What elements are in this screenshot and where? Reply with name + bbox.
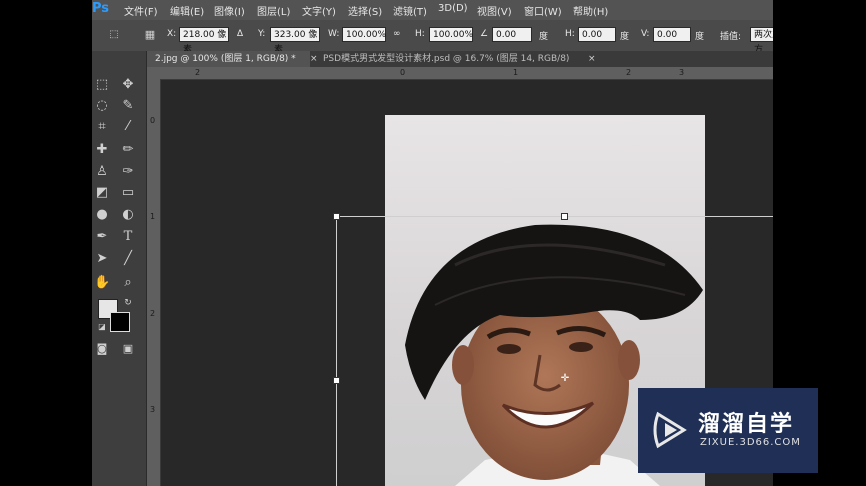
hand-tool-icon[interactable]: ✋ [94, 275, 110, 291]
type-tool-icon[interactable]: T [120, 229, 136, 245]
transform-handle-top[interactable] [561, 213, 568, 220]
height-field[interactable]: 100.00% [429, 27, 473, 42]
brush-tool-icon[interactable]: ✏ [120, 142, 136, 158]
menu-view[interactable]: 视图(V) [477, 3, 512, 18]
transform-frame-left [336, 216, 337, 486]
clone-stamp-tool-icon[interactable]: ♙ [94, 164, 110, 180]
ruler-label: 2 [150, 309, 156, 318]
hskew-label: H: [565, 29, 575, 39]
hskew-field[interactable]: 0.00 [578, 27, 616, 42]
background-color-swatch[interactable] [110, 312, 130, 332]
x-label: X: [167, 29, 177, 39]
link-icon[interactable]: ∞ [393, 29, 401, 39]
swap-colors-icon[interactable]: ↻ [120, 295, 136, 311]
tab-psd-file[interactable]: PSD模式男式发型设计素材.psd @ 16.7% (图层 14, RGB/8) [323, 51, 585, 67]
watermark-badge: 溜溜自学 ZIXUE.3D66.COM [638, 388, 818, 473]
width-field[interactable]: 100.00% [342, 27, 386, 42]
angle-unit: 度 [539, 32, 549, 42]
ruler-label: 0 [400, 68, 406, 77]
reference-point-icon[interactable]: ▦ [142, 27, 158, 43]
history-brush-tool-icon[interactable]: ✑ [120, 164, 136, 180]
transform-center-icon[interactable]: ✛ [560, 374, 570, 384]
menu-bar: Ps 文件(F) 编辑(E) 图像(I) 图层(L) 文字(Y) 选择(S) 滤… [92, 0, 773, 20]
hskew-unit: 度 [620, 32, 630, 42]
vertical-ruler: 0 1 2 3 [147, 79, 161, 486]
close-icon[interactable]: × [588, 51, 596, 67]
dodge-tool-icon[interactable]: ◐ [120, 207, 136, 223]
toolbox: ⬚ ✥ ◌ ✎ ⌗ ⁄ ✚ ✏ ♙ ✑ ◩ ▭ ● ◐ ✒ T ➤ ╱ ✋ ⌕ … [92, 51, 147, 486]
move-tool-icon[interactable]: ✥ [120, 77, 136, 93]
y-label: Y: [258, 29, 266, 39]
close-icon[interactable]: × [310, 51, 318, 67]
horizontal-ruler: 2 0 1 2 3 [160, 67, 773, 80]
gradient-tool-icon[interactable]: ▭ [120, 185, 136, 201]
blur-tool-icon[interactable]: ● [94, 207, 110, 223]
vskew-field[interactable]: 0.00 [653, 27, 691, 42]
ruler-label: 3 [679, 68, 685, 77]
quick-select-tool-icon[interactable]: ✎ [120, 98, 136, 114]
tab-label: PSD模式男式发型设计素材.psd @ 16.7% (图层 14, RGB/8) [323, 54, 570, 64]
ps-logo: Ps [92, 1, 110, 16]
menu-window[interactable]: 窗口(W) [524, 3, 562, 18]
transform-tool-icon[interactable]: ⬚ [106, 27, 122, 43]
h-label: H: [415, 29, 425, 39]
options-bar: ⬚ ▦ X: 218.00 像素 ∆ Y: 323.00 像素 W: 100.0… [92, 20, 773, 55]
document-tabs: 2.jpg @ 100% (图层 1, RGB/8) * × PSD模式男式发型… [147, 51, 773, 67]
ruler-label: 0 [150, 116, 156, 125]
crop-tool-icon[interactable]: ⌗ [94, 119, 110, 135]
menu-file[interactable]: 文件(F) [124, 3, 158, 18]
pen-tool-icon[interactable]: ✒ [94, 229, 110, 245]
menu-help[interactable]: 帮助(H) [573, 3, 608, 18]
zoom-tool-icon[interactable]: ⌕ [120, 275, 136, 291]
interpolation-label: 插值: [720, 32, 742, 42]
lasso-tool-icon[interactable]: ◌ [94, 98, 110, 114]
play-logo-icon [653, 411, 687, 449]
watermark-title: 溜溜自学 [698, 412, 795, 437]
tab-label: 2.jpg @ 100% (图层 1, RGB/8) * [155, 54, 296, 64]
menu-3d[interactable]: 3D(D) [438, 3, 468, 14]
menu-filter[interactable]: 滤镜(T) [393, 3, 427, 18]
menu-type[interactable]: 文字(Y) [302, 3, 336, 18]
healing-brush-tool-icon[interactable]: ✚ [94, 142, 110, 158]
transform-handle-top-left[interactable] [333, 213, 340, 220]
marquee-tool-icon[interactable]: ⬚ [94, 77, 110, 93]
ruler-label: 1 [150, 212, 156, 221]
quick-mask-icon[interactable]: ◙ [94, 341, 110, 357]
x-field[interactable]: 218.00 像素 [179, 27, 229, 55]
transform-frame-top [336, 216, 773, 217]
ruler-corner [147, 67, 160, 79]
ruler-label: 2 [195, 68, 201, 77]
eyedropper-tool-icon[interactable]: ⁄ [120, 119, 136, 135]
angle-field[interactable]: 0.00 [492, 27, 532, 42]
menu-select[interactable]: 选择(S) [348, 3, 382, 18]
angle-icon: ∠ [480, 29, 489, 39]
vskew-unit: 度 [695, 32, 705, 42]
ruler-label: 3 [150, 405, 156, 414]
w-label: W: [328, 29, 340, 39]
relative-position-icon[interactable]: ∆ [237, 29, 243, 39]
menu-edit[interactable]: 编辑(E) [170, 3, 204, 18]
line-tool-icon[interactable]: ╱ [120, 251, 136, 267]
watermark-url: ZIXUE.3D66.COM [700, 437, 801, 448]
default-colors-icon[interactable]: ◪ [94, 319, 110, 335]
path-select-tool-icon[interactable]: ➤ [94, 251, 110, 267]
menu-layer[interactable]: 图层(L) [257, 3, 290, 18]
tab-2jpg[interactable]: 2.jpg @ 100% (图层 1, RGB/8) * [147, 51, 310, 67]
eraser-tool-icon[interactable]: ◩ [94, 185, 110, 201]
menu-image[interactable]: 图像(I) [214, 3, 245, 18]
vskew-label: V: [641, 29, 650, 39]
screen-mode-icon[interactable]: ▣ [120, 341, 136, 357]
interpolation-select[interactable]: 两次立方 [750, 27, 773, 55]
ruler-label: 2 [626, 68, 632, 77]
y-field[interactable]: 323.00 像素 [270, 27, 320, 55]
transform-handle-left[interactable] [333, 377, 340, 384]
ruler-label: 1 [513, 68, 519, 77]
